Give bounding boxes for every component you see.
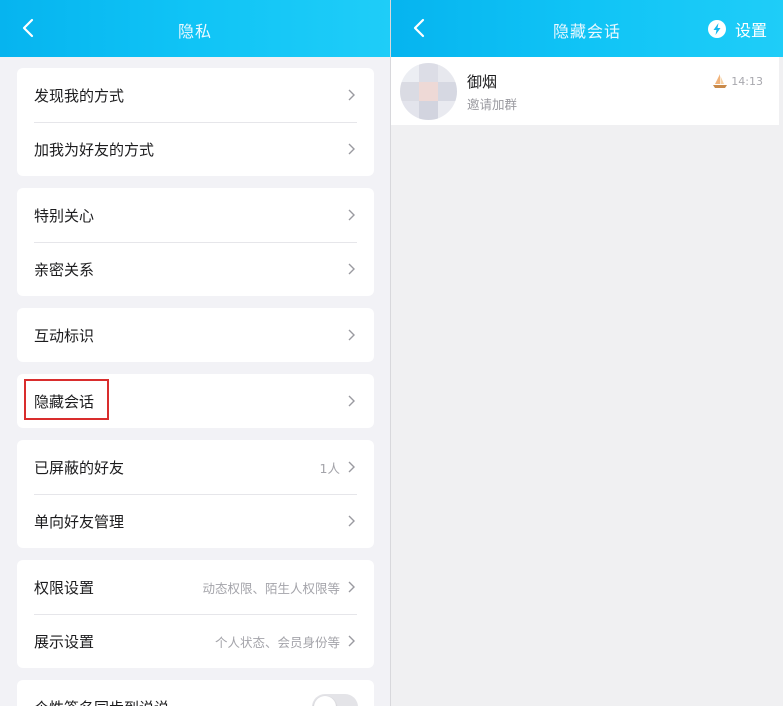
row-label: 特别关心 (34, 206, 95, 225)
boat-icon (713, 74, 727, 88)
row-blocked-friends[interactable]: 已屏蔽的好友 1人 (17, 440, 374, 494)
privacy-settings-pane: 隐私 发现我的方式 加我为好友的方式 特别关心 亲密关系 互动标识 隐藏会话 已… (0, 0, 390, 706)
row-label: 单向好友管理 (34, 512, 125, 531)
chevron-right-icon (348, 263, 355, 275)
signature-sync-toggle[interactable] (312, 694, 358, 706)
chevron-right-icon (348, 209, 355, 221)
row-intimate-relations[interactable]: 亲密关系 (17, 242, 374, 296)
conversation-name: 御烟 (467, 73, 498, 91)
conversation-time: 14:13 (731, 75, 763, 88)
settings-group-signature: 个性签名同步到说说 (17, 680, 374, 706)
row-label: 互动标识 (34, 326, 95, 345)
hidden-conversations-pane: 隐藏会话 设置 御烟 邀请加群 14:13 (391, 0, 783, 706)
chevron-right-icon (348, 143, 355, 155)
avatar (400, 63, 457, 120)
row-label: 隐藏会话 (34, 392, 95, 411)
settings-group-hidden: 隐藏会话 (17, 374, 374, 428)
row-one-way-friends[interactable]: 单向好友管理 (17, 494, 374, 548)
settings-group-interaction: 互动标识 (17, 308, 374, 362)
settings-group-permissions: 权限设置 动态权限、陌生人权限等 展示设置 个人状态、会员身份等 (17, 560, 374, 668)
row-label: 展示设置 (34, 632, 95, 651)
row-value: 个人状态、会员身份等 (214, 634, 340, 650)
chevron-right-icon (348, 635, 355, 647)
chevron-right-icon (348, 581, 355, 593)
settings-group-relations: 特别关心 亲密关系 (17, 188, 374, 296)
privacy-header: 隐私 (0, 0, 390, 57)
settings-button[interactable]: 设置 (707, 16, 767, 42)
row-permission-settings[interactable]: 权限设置 动态权限、陌生人权限等 (17, 560, 374, 614)
row-add-friend-methods[interactable]: 加我为好友的方式 (17, 122, 374, 176)
settings-bolt-icon (707, 20, 726, 38)
row-hidden-conversations[interactable]: 隐藏会话 (17, 374, 374, 428)
row-label: 个性签名同步到说说 (34, 697, 169, 706)
settings-group-friends: 已屏蔽的好友 1人 单向好友管理 (17, 440, 374, 548)
row-display-settings[interactable]: 展示设置 个人状态、会员身份等 (17, 614, 374, 668)
row-find-me-methods[interactable]: 发现我的方式 (17, 68, 374, 122)
chevron-right-icon (348, 461, 355, 473)
chevron-right-icon (348, 395, 355, 407)
settings-label: 设置 (734, 21, 767, 40)
row-signature-sync[interactable]: 个性签名同步到说说 (17, 680, 374, 706)
row-value: 1人 (319, 460, 340, 476)
chevron-right-icon (348, 89, 355, 101)
row-label: 权限设置 (34, 578, 95, 597)
row-special-care[interactable]: 特别关心 (17, 188, 374, 242)
conversation-preview: 邀请加群 (467, 97, 518, 112)
chevron-right-icon (348, 515, 355, 527)
conversation-item[interactable]: 御烟 邀请加群 14:13 (391, 57, 779, 125)
row-label: 亲密关系 (34, 260, 95, 279)
row-interaction-marks[interactable]: 互动标识 (17, 308, 374, 362)
settings-group-discovery: 发现我的方式 加我为好友的方式 (17, 68, 374, 176)
hidden-conversations-header: 隐藏会话 设置 (391, 0, 783, 57)
row-label: 已屏蔽的好友 (34, 458, 125, 477)
row-label: 发现我的方式 (34, 86, 125, 105)
toggle-knob (314, 696, 336, 706)
chevron-right-icon (348, 329, 355, 341)
page-title: 隐私 (177, 22, 212, 41)
row-value: 动态权限、陌生人权限等 (202, 580, 340, 596)
row-label: 加我为好友的方式 (34, 140, 155, 159)
